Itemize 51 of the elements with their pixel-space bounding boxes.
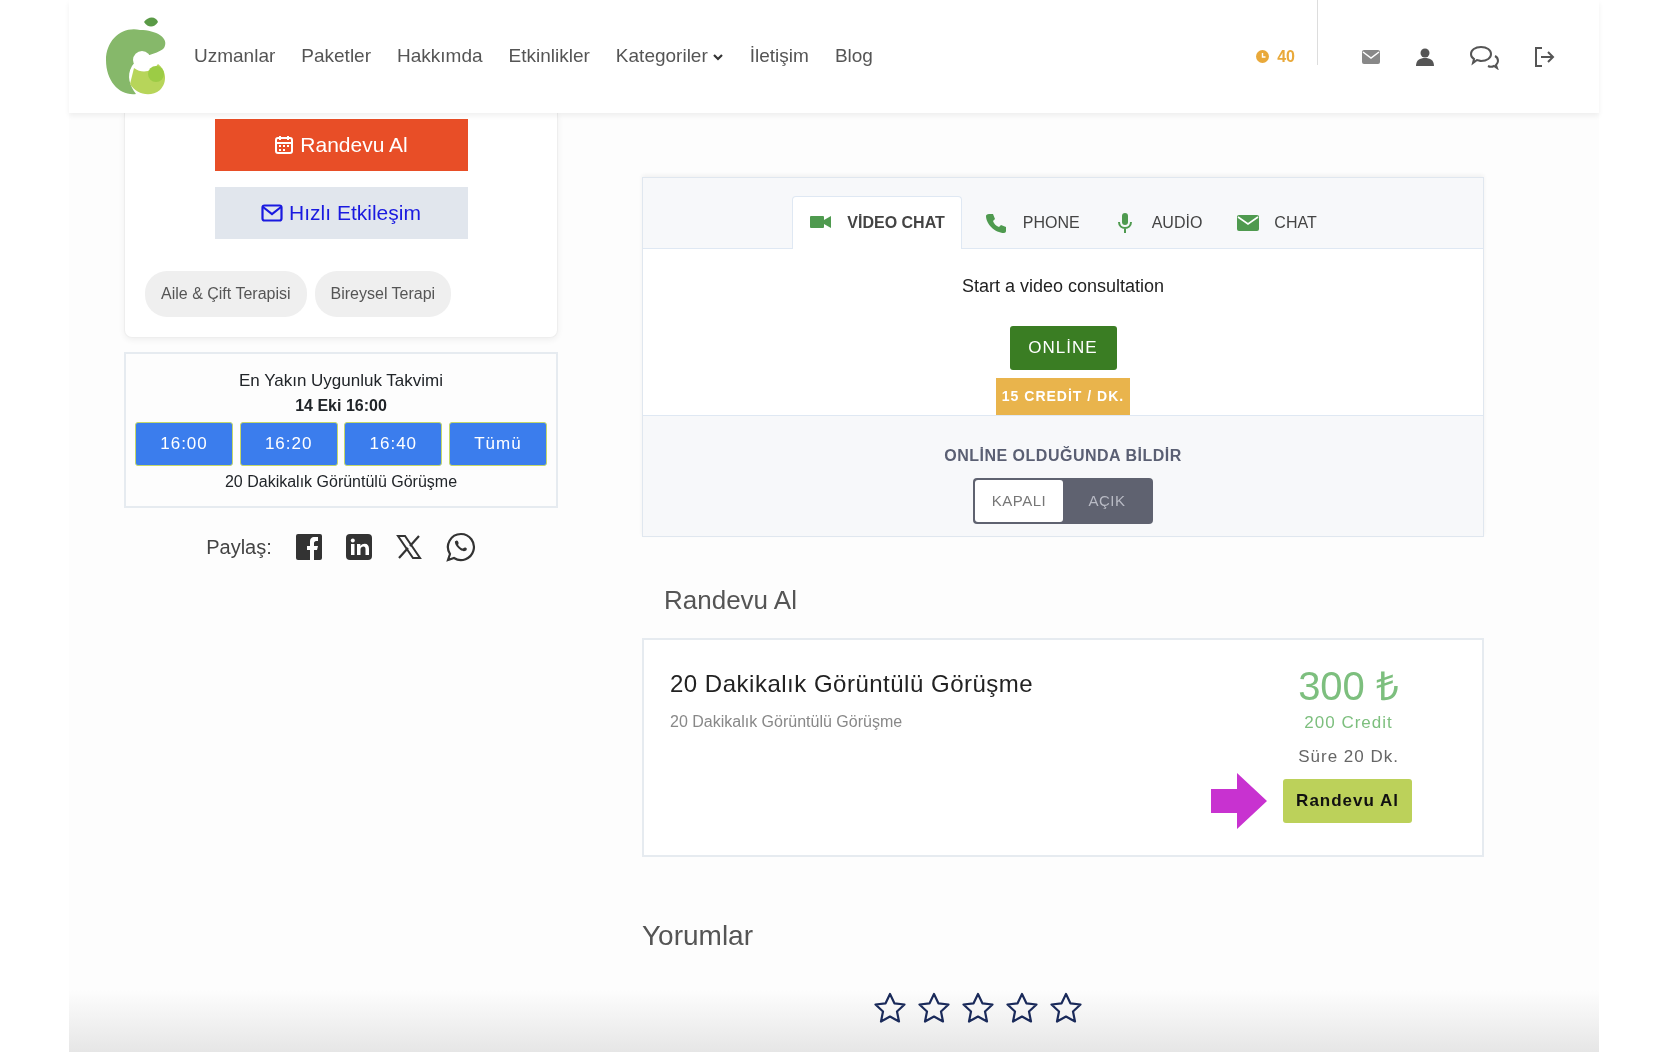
- notify-title: ONLİNE OLDUĞUNDA BİLDİR: [943, 445, 1183, 466]
- logout-icon[interactable]: [1533, 45, 1555, 68]
- linkedin-icon[interactable]: [345, 533, 372, 560]
- facebook-icon[interactable]: [295, 533, 322, 560]
- appointment-button[interactable]: Randevu Al: [214, 119, 468, 171]
- tab[interactable]: CHAT: [1219, 196, 1334, 249]
- time-slot-button[interactable]: 16:20: [239, 421, 338, 466]
- share-label: Paylaş:: [206, 534, 272, 560]
- user-icon[interactable]: [1415, 46, 1435, 67]
- caret-icon: [711, 51, 724, 62]
- date-time: 14 Eki 16:00: [294, 395, 388, 416]
- nav-link[interactable]: Kategoriler: [615, 42, 724, 71]
- tag[interactable]: Aile & Çift Terapisi: [145, 271, 307, 317]
- chat-icon[interactable]: [1469, 43, 1499, 70]
- tab[interactable]: PHONE: [967, 196, 1097, 249]
- x-icon[interactable]: [395, 533, 422, 560]
- credit-count: 40: [1277, 46, 1295, 67]
- section-heading: Randevu Al: [664, 584, 798, 617]
- prompt-text: Start a video consultation: [960, 275, 1166, 298]
- clock-icon: [1256, 50, 1270, 63]
- section-heading: Yorumlar: [642, 919, 754, 953]
- rate-badge: 15 CREDİT / DK.: [995, 378, 1131, 415]
- price: 300 ₺: [1298, 666, 1399, 706]
- arrow-icon: [1211, 773, 1268, 829]
- package-subtitle: 20 Dakikalık Görüntülü Görüşme: [670, 712, 904, 732]
- nav-link[interactable]: Paketler: [301, 42, 371, 71]
- status-button[interactable]: ONLİNE: [1009, 326, 1117, 370]
- whatsapp-icon[interactable]: [445, 531, 476, 562]
- time-slot-button[interactable]: Tümü: [448, 421, 547, 466]
- time-slot-button[interactable]: 16:40: [344, 421, 443, 466]
- envelope-icon: [1236, 212, 1261, 234]
- tag[interactable]: Bireysel Terapi: [314, 271, 452, 317]
- duration: Süre 20 Dk.: [1298, 745, 1399, 768]
- package-title: 20 Dakikalık Görüntülü Görüşme: [670, 669, 1034, 699]
- mail-icon: [261, 204, 284, 222]
- credit-price: 200 Credit: [1304, 712, 1393, 734]
- calendar-icon: [274, 135, 295, 155]
- nav-link[interactable]: Blog: [834, 42, 873, 71]
- tab[interactable]: VİDEO CHAT: [792, 196, 962, 249]
- session-label: 20 Dakikalık Görüntülü Görüşme: [223, 471, 459, 492]
- nav-link[interactable]: Uzmanlar: [194, 42, 276, 71]
- toggle-option[interactable]: KAPALI: [975, 480, 1063, 522]
- nav-link[interactable]: Etkinlikler: [508, 42, 590, 71]
- phone-icon: [984, 212, 1009, 234]
- quick-contact-button[interactable]: Hızlı Etkileşim: [214, 187, 468, 239]
- nav-link[interactable]: İletişim: [749, 42, 809, 71]
- book-button[interactable]: Randevu Al: [1283, 779, 1412, 823]
- time-slot-button[interactable]: 16:00: [135, 421, 233, 466]
- calendar-title: En Yakın Uygunluk Takvimi: [237, 370, 445, 392]
- nav-link[interactable]: Hakkımda: [397, 42, 483, 71]
- tab[interactable]: AUDİO: [1096, 196, 1220, 249]
